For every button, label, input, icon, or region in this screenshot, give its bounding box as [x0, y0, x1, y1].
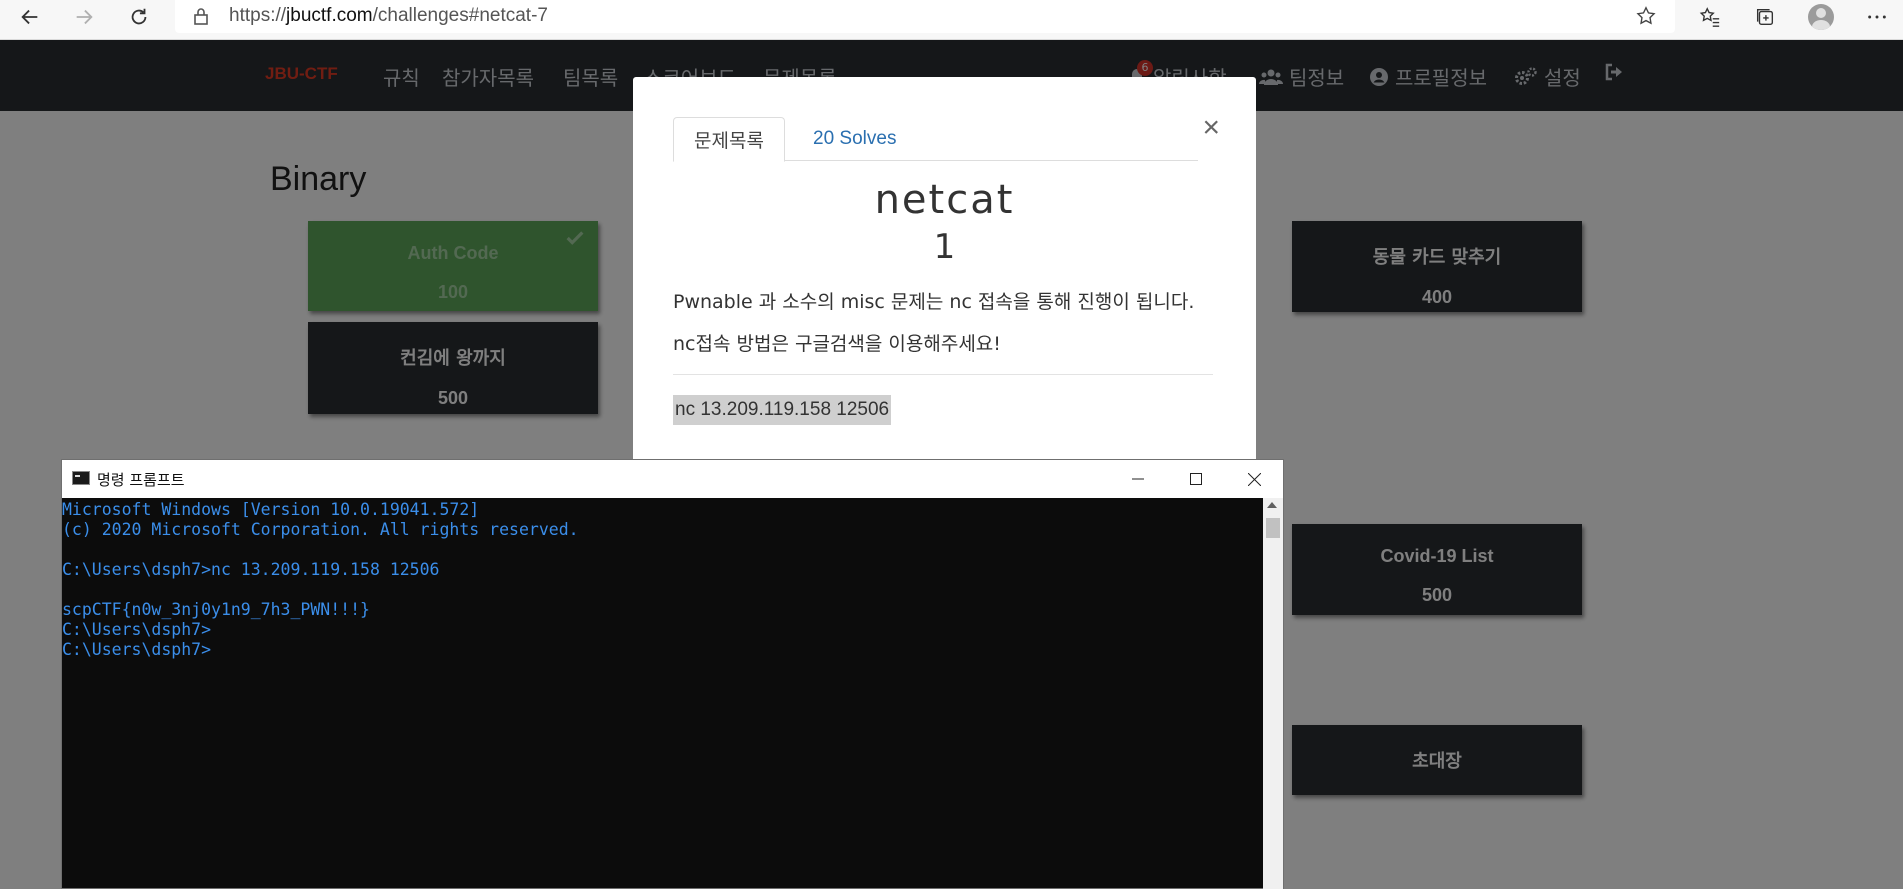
challenge-description: nc접속 방법은 구글검색을 이용해주세요!: [673, 333, 1001, 355]
cmd-titlebar[interactable]: 명령 프롬프트: [62, 460, 1283, 498]
close-button[interactable]: [1225, 460, 1283, 498]
divider: [673, 374, 1213, 375]
cmd-window: 명령 프롬프트 Microsoft Windows [Version 10.0.…: [61, 459, 1284, 889]
terminal-icon: [72, 471, 90, 485]
console-line: Microsoft Windows [Version 10.0.19041.57…: [62, 500, 480, 519]
console-line: ​: [62, 540, 1262, 560]
minimize-button[interactable]: [1109, 460, 1167, 498]
more-icon[interactable]: [1864, 4, 1890, 30]
profile-icon[interactable]: [1808, 4, 1834, 30]
challenge-modal: 문제목록 20 Solves × netcat 1 Pwnable 과 소수의 …: [633, 77, 1256, 497]
console-output[interactable]: Microsoft Windows [Version 10.0.19041.57…: [62, 498, 1262, 888]
collections-icon[interactable]: [1752, 4, 1778, 30]
scroll-up-icon[interactable]: [1267, 502, 1277, 508]
maximize-button[interactable]: [1167, 460, 1225, 498]
close-icon: [1247, 472, 1261, 486]
console-line: C:\Users\dsph7>nc 13.209.119.158 12506: [62, 560, 440, 579]
star-icon[interactable]: [1635, 5, 1657, 27]
console-line: scpCTF{n0w_3nj0y1n9_7h3_PWN!!!}: [62, 600, 370, 619]
console-line: C:\Users\dsph7>: [62, 620, 212, 639]
address-bar[interactable]: https://jbuctf.com/challenges#netcat-7: [175, 0, 1675, 33]
tab-solves[interactable]: 20 Solves: [793, 117, 916, 161]
favorites-icon[interactable]: [1697, 4, 1723, 30]
connection-command[interactable]: nc 13.209.119.158 12506: [673, 395, 892, 425]
cmd-title: 명령 프롬프트: [97, 471, 185, 489]
console-line: (c) 2020 Microsoft Corporation. All righ…: [62, 520, 579, 539]
tab-challenge[interactable]: 문제목록: [673, 117, 785, 162]
scrollbar[interactable]: [1263, 498, 1283, 889]
challenge-description: Pwnable 과 소수의 misc 문제는 nc 접속을 통해 진행이 됩니다…: [673, 291, 1195, 313]
minimize-icon: [1132, 478, 1144, 480]
console-line: C:\Users\dsph7>: [62, 640, 212, 659]
close-icon[interactable]: ×: [1202, 113, 1220, 143]
maximize-icon: [1190, 473, 1202, 485]
lock-icon[interactable]: [191, 6, 211, 26]
challenge-value: 1: [933, 227, 956, 267]
reload-icon[interactable]: [121, 2, 157, 32]
back-icon[interactable]: [12, 2, 48, 32]
url-text: https://jbuctf.com/challenges#netcat-7: [229, 5, 548, 26]
scroll-thumb[interactable]: [1266, 518, 1280, 538]
modal-tabs: 문제목록 20 Solves: [673, 117, 1198, 162]
challenge-name: netcat: [874, 177, 1015, 223]
browser-toolbar: https://jbuctf.com/challenges#netcat-7: [0, 0, 1903, 40]
console-line: ​: [62, 580, 1262, 600]
forward-icon[interactable]: [66, 2, 102, 32]
